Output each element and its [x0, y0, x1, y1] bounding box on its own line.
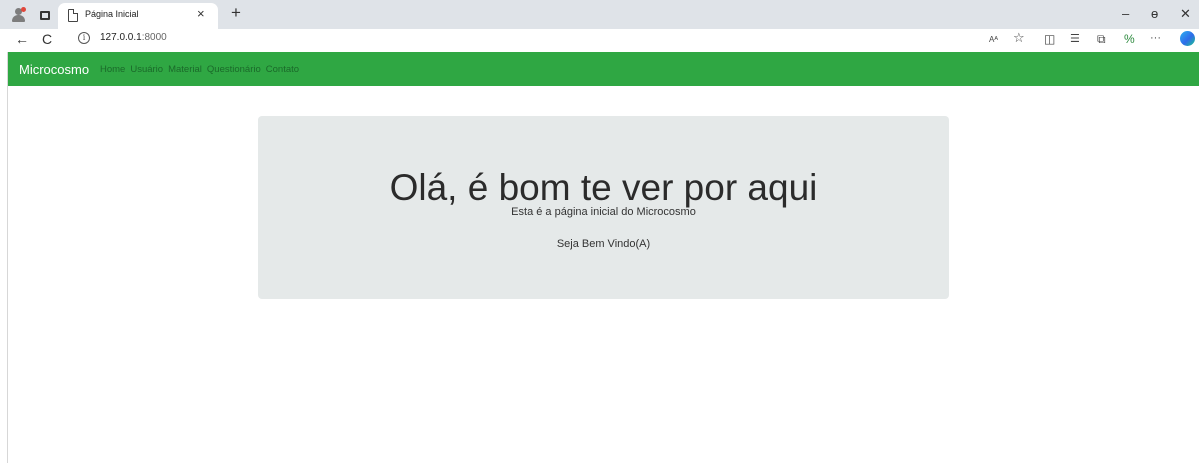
restore-button[interactable]: ɵ [1151, 6, 1158, 21]
refresh-button[interactable]: C [42, 30, 52, 48]
nav-links: Home Usuário Material Questionário Conta… [100, 64, 299, 75]
browser-tab-active[interactable]: Página Inicial × [58, 3, 218, 29]
profile-icon[interactable] [10, 7, 28, 23]
nav-link-material[interactable]: Material [168, 64, 202, 75]
address-bar[interactable]: i 127.0.0.1:8000 [64, 29, 1004, 48]
nav-link-home[interactable]: Home [100, 64, 125, 75]
minimize-button[interactable]: – [1122, 6, 1129, 21]
nav-link-questionario[interactable]: Questionário [207, 64, 261, 75]
browser-toolbar: ← C i 127.0.0.1:8000 Aᴬ ☆ ◫ ☰ ⧉ % ··· [0, 29, 1199, 49]
info-icon[interactable]: i [78, 32, 90, 44]
url-text[interactable]: 127.0.0.1:8000 [100, 32, 167, 43]
collections-icon[interactable]: ⧉ [1097, 32, 1106, 46]
welcome-jumbotron: Olá, é bom te ver por aqui Esta é a pági… [258, 116, 949, 299]
site-navbar: Microcosmo Home Usuário Material Questio… [8, 52, 1199, 86]
brand-link[interactable]: Microcosmo [19, 62, 89, 77]
favorites-list-icon[interactable]: ☰ [1070, 32, 1080, 46]
back-button[interactable]: ← [15, 30, 29, 48]
tab-close-icon[interactable]: × [197, 6, 205, 21]
close-window-button[interactable]: ✕ [1180, 6, 1191, 22]
page-title: Olá, é bom te ver por aqui [389, 167, 818, 208]
more-icon[interactable]: ··· [1150, 31, 1161, 45]
extensions-icon[interactable]: % [1124, 32, 1135, 46]
new-tab-button[interactable]: + [231, 3, 241, 23]
page-left-border [7, 52, 8, 463]
split-screen-icon[interactable]: ◫ [1044, 32, 1055, 46]
favorite-star-icon[interactable]: ☆ [1013, 31, 1025, 45]
lead-text: Esta é a página inicial do Microcosmo [511, 206, 696, 218]
nav-link-usuario[interactable]: Usuário [130, 64, 163, 75]
welcome-text: Seja Bem Vindo(A) [556, 238, 651, 250]
copilot-icon[interactable] [1180, 31, 1195, 46]
page-icon [68, 9, 78, 22]
tab-actions-icon[interactable] [36, 7, 54, 23]
nav-link-contato[interactable]: Contato [266, 64, 299, 75]
tab-title: Página Inicial [85, 9, 139, 19]
browser-tabstrip: Página Inicial × + – ɵ ✕ [0, 0, 1199, 29]
read-aloud-icon[interactable]: Aᴬ [989, 33, 998, 47]
